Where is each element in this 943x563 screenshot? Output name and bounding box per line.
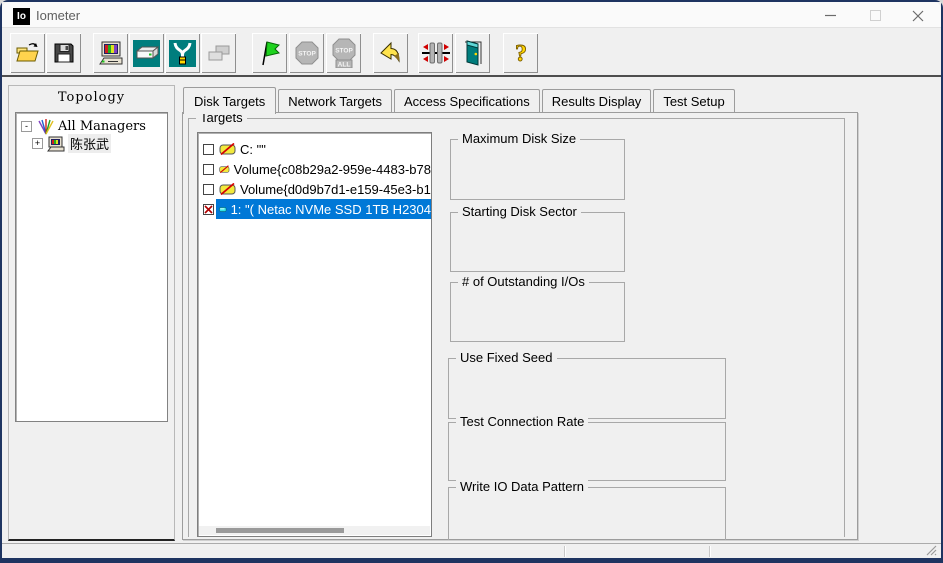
exchange-icon (421, 42, 450, 64)
new-manager-button[interactable] (93, 33, 128, 73)
test-connection-rate-group: Test Connection Rate (448, 414, 726, 481)
reset-workers-button[interactable] (373, 33, 408, 73)
write-io-data-pattern-title: Write IO Data Pattern (456, 479, 589, 494)
new-network-worker-button[interactable] (165, 33, 200, 73)
window-title: Iometer (36, 8, 81, 23)
physical-drive-icon (219, 206, 227, 212)
resize-grip[interactable] (926, 545, 937, 556)
target-row-c-drive[interactable]: C: "" (198, 139, 431, 159)
tab-test-setup[interactable]: Test Setup (653, 89, 735, 112)
outstanding-ios-group: # of Outstanding I/Os (450, 274, 625, 342)
iometer-window: Io Iometer STOP STOP ALL ? Topology - Al… (0, 0, 943, 563)
open-button[interactable] (10, 33, 45, 73)
window-border-left (0, 0, 2, 563)
maximum-disk-size-title: Maximum Disk Size (458, 131, 581, 146)
new-disk-worker-button[interactable] (129, 33, 164, 73)
duplicate-worker-button[interactable] (201, 33, 236, 73)
app-logo-icon: Io (13, 8, 30, 25)
outstanding-ios-title: # of Outstanding I/Os (458, 274, 589, 289)
new-manager-icon (98, 41, 122, 65)
save-icon (54, 43, 73, 63)
tree-item-all-managers[interactable]: - All Managers (21, 118, 146, 135)
target-label: C: "" (240, 141, 266, 157)
target-checkbox[interactable] (203, 163, 214, 175)
tab-disk-targets[interactable]: Disk Targets (183, 87, 277, 114)
stop-all-tests-button[interactable]: STOP ALL (326, 33, 361, 73)
target-checkbox-checked[interactable] (203, 203, 214, 215)
scrollbar-thumb[interactable] (216, 528, 344, 533)
open-icon (15, 43, 39, 62)
window-border-top (0, 0, 943, 2)
save-button[interactable] (46, 33, 81, 73)
logical-drive-icon (219, 182, 236, 195)
expand-box[interactable]: + (32, 138, 43, 149)
exit-icon (464, 40, 481, 66)
reset-workers-icon (379, 41, 400, 63)
exit-button[interactable] (455, 33, 490, 73)
new-network-worker-icon (169, 39, 196, 67)
minimize-button[interactable] (814, 5, 846, 26)
svg-text:?: ? (515, 41, 527, 67)
starting-disk-sector-group: Starting Disk Sector (450, 204, 625, 272)
target-checkbox[interactable] (203, 143, 214, 155)
collapse-box[interactable]: - (21, 121, 32, 132)
target-row-physical-drive[interactable]: 1: "( Netac NVMe SSD 1TB H2304 (198, 199, 431, 219)
maximum-disk-size-group: Maximum Disk Size (450, 131, 625, 200)
logical-drive-icon (219, 142, 236, 155)
target-label: Volume{d0d9b7d1-e159-45e3-b1 (240, 181, 431, 197)
topology-tree: - All Managers + 陈张武 (15, 112, 168, 422)
write-io-data-pattern-group: Write IO Data Pattern (448, 479, 726, 540)
use-fixed-seed-group: Use Fixed Seed (448, 350, 726, 419)
close-button[interactable] (902, 5, 934, 26)
status-divider (709, 546, 710, 557)
checked-x-icon (204, 204, 213, 214)
start-tests-icon (261, 41, 280, 66)
test-connection-rate-title: Test Connection Rate (456, 414, 589, 429)
maximize-button[interactable] (859, 5, 891, 26)
help-icon: ? (514, 41, 527, 67)
window-border-bottom (0, 558, 943, 563)
use-fixed-seed-title: Use Fixed Seed (456, 350, 557, 365)
exchange-button[interactable] (418, 33, 453, 73)
help-button[interactable]: ? (503, 33, 538, 73)
stop-test-button[interactable]: STOP (289, 33, 324, 73)
target-row-volume-1[interactable]: Volume{c08b29a2-959e-4483-b78 (198, 159, 431, 179)
toolbar: STOP STOP ALL ? (2, 28, 941, 77)
status-bar (2, 543, 941, 558)
tab-access-specifications[interactable]: Access Specifications (393, 89, 540, 112)
topology-panel: Topology - All Managers + 陈张武 (8, 85, 175, 541)
tree-item-label: 陈张武 (68, 134, 112, 153)
tree-item-manager[interactable]: + 陈张武 (32, 134, 112, 153)
title-bar: Io Iometer (2, 2, 941, 28)
target-label: Volume{c08b29a2-959e-4483-b78 (233, 161, 431, 177)
managers-network-icon (38, 118, 54, 134)
svg-text:ALL: ALL (337, 62, 350, 69)
start-tests-button[interactable] (252, 33, 287, 73)
manager-computer-icon (47, 136, 65, 151)
new-disk-worker-icon (133, 39, 160, 67)
status-divider (564, 546, 565, 557)
tab-results-display[interactable]: Results Display (541, 89, 652, 112)
stop-test-icon: STOP (295, 41, 318, 65)
svg-text:STOP: STOP (298, 51, 316, 58)
target-row-volume-2[interactable]: Volume{d0d9b7d1-e159-45e3-b1 (198, 179, 431, 199)
stop-all-tests-icon: STOP ALL (332, 38, 355, 69)
logical-drive-icon (219, 164, 230, 173)
starting-disk-sector-title: Starting Disk Sector (458, 204, 581, 219)
target-checkbox[interactable] (203, 183, 214, 195)
targets-list[interactable]: C: "" Volume{c08b29a2-959e-4483-b78 Volu… (197, 132, 432, 537)
tab-network-targets[interactable]: Network Targets (278, 89, 392, 112)
target-label: 1: "( Netac NVMe SSD 1TB H2304 (230, 201, 431, 217)
topology-title: Topology (57, 90, 126, 105)
tree-item-label: All Managers (58, 119, 146, 134)
duplicate-worker-icon (208, 45, 229, 61)
horizontal-scrollbar[interactable] (199, 526, 430, 535)
svg-text:STOP: STOP (335, 48, 353, 55)
tab-bar: Disk Targets Network Targets Access Spec… (183, 87, 735, 114)
